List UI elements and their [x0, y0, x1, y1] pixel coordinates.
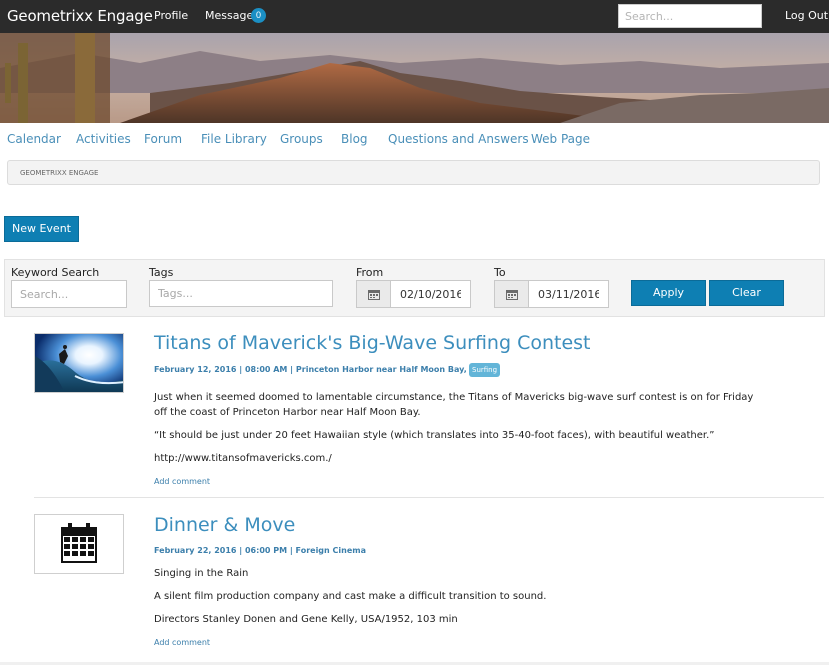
brand-title[interactable]: Geometrixx Engage: [7, 7, 153, 25]
tags-label: Tags: [149, 266, 174, 279]
to-label: To: [494, 266, 506, 279]
new-event-button[interactable]: New Event: [4, 216, 79, 242]
event-thumbnail-calendar[interactable]: [34, 514, 124, 574]
from-label: From: [356, 266, 384, 279]
breadcrumb: GEOMETRIXX ENGAGE: [7, 160, 820, 185]
event-description: Directors Stanley Donen and Gene Kelly, …: [154, 614, 458, 625]
tab-questions-and-answers[interactable]: Questions and Answers: [388, 132, 529, 146]
event-quote: “It should be just under 20 feet Hawaiia…: [154, 430, 715, 441]
event-thumbnail-surfing[interactable]: [34, 333, 124, 393]
clear-button[interactable]: Clear: [709, 280, 784, 306]
tab-activities[interactable]: Activities: [76, 132, 131, 146]
banner-image: [0, 33, 829, 123]
apply-button[interactable]: Apply: [631, 280, 706, 306]
event-meta: February 22, 2016 | 06:00 PM | Foreign C…: [154, 546, 366, 555]
from-date-input[interactable]: [391, 280, 471, 308]
event-description: A silent film production company and cas…: [154, 591, 547, 602]
keyword-search-label: Keyword Search: [11, 266, 100, 279]
tags-input[interactable]: [149, 280, 333, 307]
to-date-input[interactable]: [529, 280, 609, 308]
tab-forum[interactable]: Forum: [144, 132, 182, 146]
tab-groups[interactable]: Groups: [280, 132, 323, 146]
tab-calendar[interactable]: Calendar: [7, 132, 61, 146]
event-title[interactable]: Titans of Maverick's Big-Wave Surfing Co…: [154, 332, 591, 354]
to-calendar-icon[interactable]: [494, 280, 529, 308]
breadcrumb-item[interactable]: GEOMETRIXX ENGAGE: [20, 169, 98, 177]
event-tag-badge[interactable]: Surfing: [469, 363, 501, 377]
event-link: http://www.titansofmavericks.com./: [154, 453, 332, 464]
top-navbar: Geometrixx Engage Profile Messages 0 Log…: [0, 0, 829, 33]
from-calendar-icon[interactable]: [356, 280, 391, 308]
tab-file-library[interactable]: File Library: [201, 132, 267, 146]
event-meta: February 12, 2016 | 08:00 AM | Princeton…: [154, 365, 482, 374]
event-title[interactable]: Dinner & Move: [154, 514, 295, 536]
event-description: Just when it seemed doomed to lamentable…: [154, 392, 754, 418]
tab-blog[interactable]: Blog: [341, 132, 368, 146]
tab-web-page[interactable]: Web Page: [531, 132, 590, 146]
profile-link[interactable]: Profile: [154, 9, 188, 22]
event-description: Singing in the Rain: [154, 568, 249, 579]
logout-link[interactable]: Log Out: [785, 9, 828, 22]
global-search-input[interactable]: [618, 4, 762, 28]
event-divider: [34, 497, 824, 498]
add-comment-link[interactable]: Add comment: [154, 638, 210, 647]
messages-count-badge[interactable]: 0: [251, 8, 266, 23]
keyword-search-input[interactable]: [11, 280, 127, 308]
add-comment-link[interactable]: Add comment: [154, 477, 210, 486]
